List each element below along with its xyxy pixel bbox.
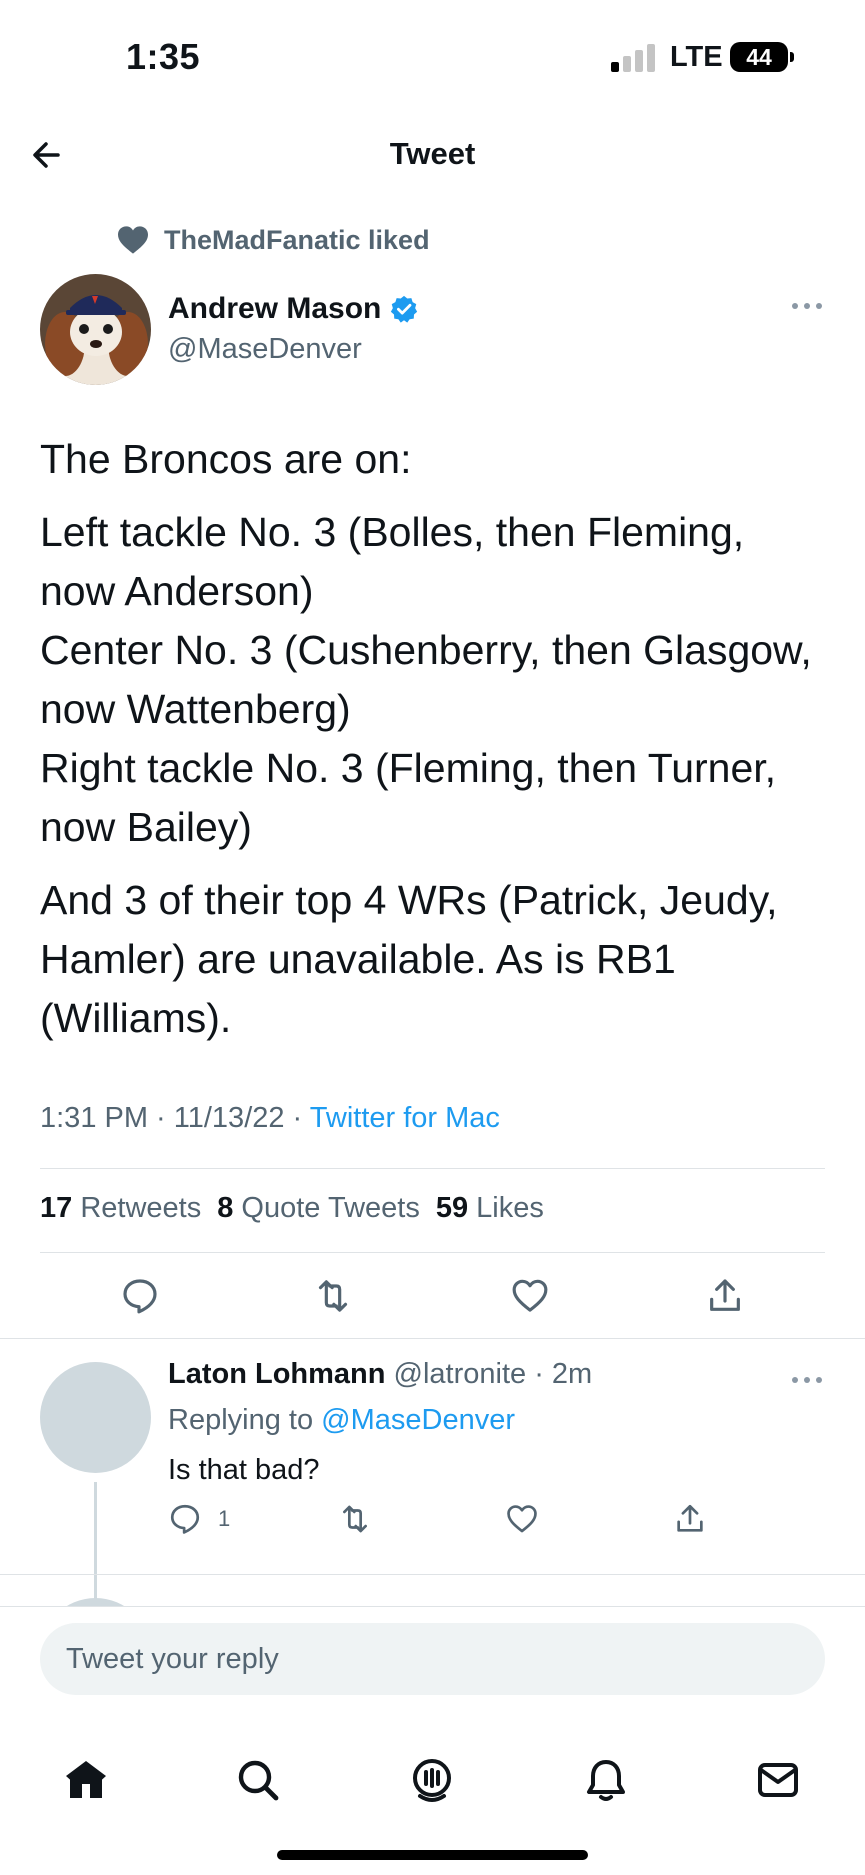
home-icon[interactable] <box>62 1756 110 1804</box>
divider <box>0 1574 865 1575</box>
top-navigation-bar: Tweet <box>0 120 865 190</box>
author-avatar[interactable] <box>40 274 151 385</box>
likes-label: Likes <box>476 1192 544 1224</box>
social-context[interactable]: TheMadFanatic liked <box>116 222 430 258</box>
share-icon[interactable] <box>705 1276 745 1316</box>
tweet-stats: 17 Retweets 8 Quote Tweets 59 Likes <box>40 1192 544 1225</box>
notifications-icon[interactable] <box>582 1756 630 1804</box>
like-icon[interactable] <box>510 1276 550 1316</box>
more-options-icon[interactable] <box>790 300 824 312</box>
quote-tweets-count: 8 <box>217 1192 234 1224</box>
reply-icon[interactable] <box>120 1276 160 1316</box>
divider <box>40 1168 825 1169</box>
battery-indicator: 44 <box>730 42 788 72</box>
tweet-text: The Broncos are on: Left tackle No. 3 (B… <box>40 430 830 1062</box>
page-title: Tweet <box>389 136 476 171</box>
author-name-text: Andrew Mason <box>168 292 382 325</box>
likes-count: 59 <box>435 1192 469 1224</box>
dog-avatar-image <box>40 274 151 385</box>
heart-icon <box>118 226 148 254</box>
author-handle[interactable]: @MaseDenver <box>168 333 362 366</box>
reply-avatar[interactable] <box>40 1362 151 1473</box>
like-icon[interactable] <box>505 1502 539 1536</box>
author-name[interactable]: Andrew Mason <box>168 292 419 326</box>
tweet-actions <box>0 1270 865 1324</box>
replying-to: Replying to @MaseDenver <box>168 1404 515 1437</box>
reply-author-name[interactable]: Laton Lohmann <box>168 1358 385 1390</box>
more-options-icon[interactable] <box>790 1374 824 1386</box>
reply-count: 1 <box>218 1506 231 1531</box>
social-context-text: TheMadFanatic liked <box>164 224 430 255</box>
retweet-icon[interactable] <box>338 1502 372 1536</box>
reply-author-handle[interactable]: @latronite · 2m <box>394 1358 593 1390</box>
status-bar: 1:35 LTE 44 <box>0 0 865 120</box>
reply-composer-bar <box>0 1606 865 1720</box>
quote-tweets-label: Quote Tweets <box>241 1192 420 1224</box>
reply-actions: 1 <box>0 1500 865 1540</box>
status-time: 1:35 <box>126 36 201 77</box>
cellular-signal-icon <box>611 44 655 72</box>
share-icon[interactable] <box>673 1502 707 1536</box>
quote-tweets-stat[interactable]: 8 Quote Tweets <box>217 1192 420 1225</box>
reply-icon[interactable] <box>168 1502 202 1536</box>
tweet-metadata: 1:31 PM · 11/13/22 · Twitter for Mac <box>40 1102 500 1135</box>
retweets-count: 17 <box>40 1192 73 1224</box>
verified-badge-icon <box>391 295 418 323</box>
network-type: LTE <box>670 41 723 73</box>
search-icon[interactable] <box>234 1756 282 1804</box>
tweet-timestamp: 1:31 PM · 11/13/22 · <box>40 1102 310 1134</box>
replying-to-prefix: Replying to <box>168 1404 322 1436</box>
retweets-stat[interactable]: 17 Retweets <box>40 1192 201 1225</box>
likes-stat[interactable]: 59 Likes <box>436 1192 544 1225</box>
reply-text: Is that bad? <box>168 1454 320 1486</box>
tweet-paragraph: Left tackle No. 3 (Bolles, then Fleming,… <box>40 509 812 850</box>
home-indicator[interactable] <box>277 1850 588 1860</box>
reply-header: Laton Lohmann @latronite · 2m <box>168 1358 592 1391</box>
retweets-label: Retweets <box>80 1192 202 1224</box>
retweet-icon[interactable] <box>313 1276 353 1316</box>
tweet-source-link[interactable]: Twitter for Mac <box>310 1102 500 1134</box>
spaces-icon[interactable] <box>408 1756 456 1804</box>
divider <box>40 1252 825 1253</box>
messages-icon[interactable] <box>754 1756 802 1804</box>
battery-nub <box>790 52 794 62</box>
tweet-paragraph: The Broncos are on: <box>40 436 412 482</box>
tweet-reply-input[interactable] <box>40 1623 825 1695</box>
replying-to-mention[interactable]: @MaseDenver <box>321 1404 515 1436</box>
tweet-paragraph: And 3 of their top 4 WRs (Patrick, Jeudy… <box>40 877 778 1041</box>
divider <box>0 1338 865 1339</box>
